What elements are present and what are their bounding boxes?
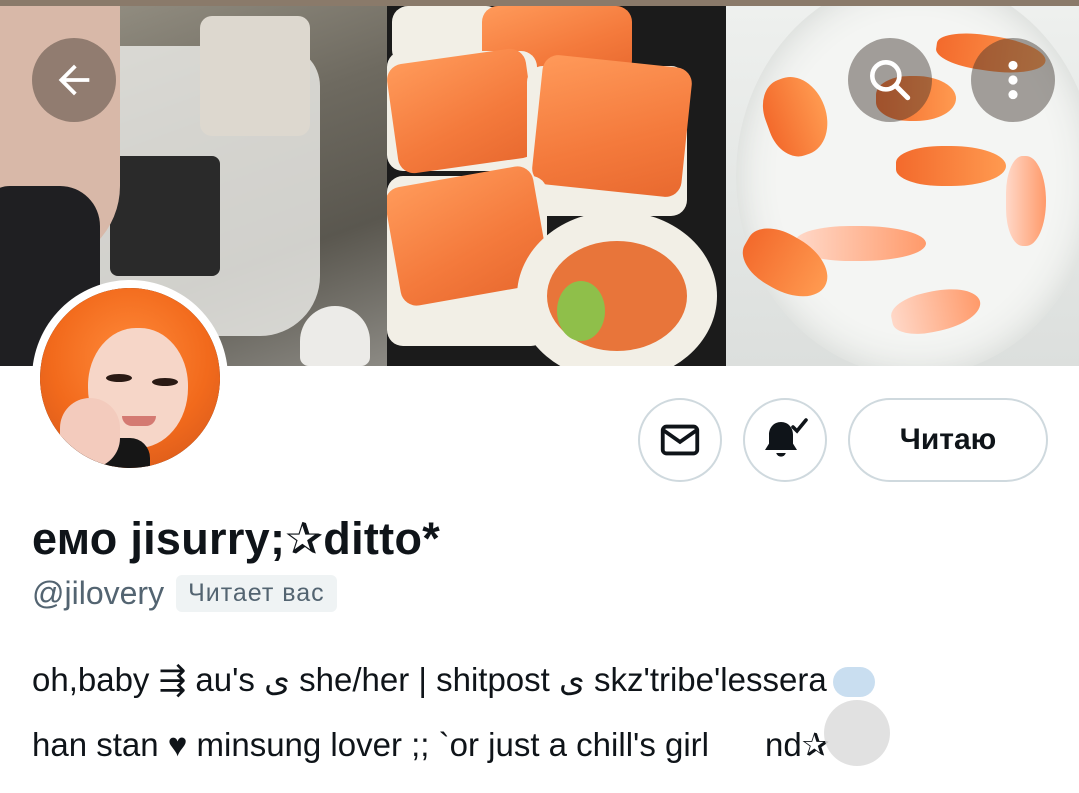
more-vertical-icon [1008, 60, 1018, 100]
bio-line-2: han stan ♥ minsung lover ;; `or just a c… [32, 725, 829, 764]
display-name: емо jisurry;✰ditto* [32, 513, 441, 564]
envelope-icon [660, 424, 700, 456]
search-button[interactable] [848, 38, 932, 122]
bio-text-2: han stan ♥ minsung lover ;; `or just a c… [32, 726, 709, 763]
bio-text-2-tail: nd✰ [765, 726, 830, 763]
search-icon [870, 60, 911, 101]
bio-line-1: oh,baby ⇶ au's ﻯ she/her | shitpost ﻯ sk… [32, 660, 875, 699]
redaction-blur [824, 700, 890, 766]
arrow-left-icon [58, 64, 90, 96]
back-button[interactable] [32, 38, 116, 122]
user-handle: @jilovery [32, 575, 165, 611]
more-options-button[interactable] [971, 38, 1055, 122]
notifications-button[interactable] [743, 398, 827, 482]
message-button[interactable] [638, 398, 722, 482]
profile-avatar[interactable] [32, 280, 228, 476]
follows-you-badge: Читает вас [176, 575, 337, 612]
handle-row: @jilovery Читает вас [32, 575, 337, 612]
banner-photo-sushi [387, 6, 726, 366]
following-button[interactable]: Читаю [848, 398, 1048, 482]
bell-check-icon [765, 418, 808, 457]
thought-cloud-icon [832, 667, 875, 698]
avatar-photo [40, 288, 220, 468]
bio-text-1: oh,baby ⇶ au's ﻯ she/her | shitpost ﻯ sk… [32, 661, 827, 698]
